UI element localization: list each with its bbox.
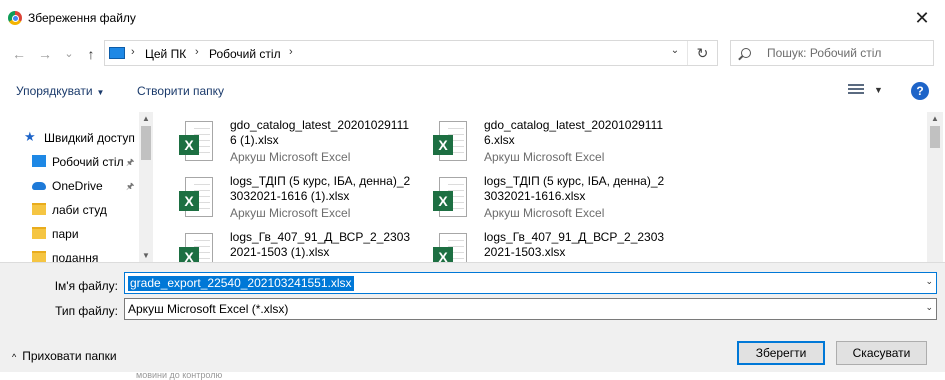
recent-locations-button[interactable]: ⌄ <box>58 44 80 64</box>
breadcrumb-this-pc[interactable]: Цей ПК <box>145 47 186 61</box>
filetype-select[interactable]: Аркуш Microsoft Excel (*.xlsx) ⌄ <box>124 298 937 320</box>
cancel-button[interactable]: Скасувати <box>836 341 927 365</box>
search-box[interactable] <box>730 40 934 66</box>
close-button[interactable]: ✕ <box>899 0 945 36</box>
breadcrumb-separator[interactable]: › <box>195 46 199 58</box>
file-type: Аркуш Microsoft Excel <box>230 206 351 220</box>
excel-file-icon: X <box>179 233 213 262</box>
file-item[interactable]: X logs_ТДІП (5 курс, ІБА, денна)_2303202… <box>418 170 668 226</box>
file-item[interactable]: X gdo_catalog_latest_202010291116 (1).xl… <box>164 114 414 170</box>
filetype-value: Аркуш Microsoft Excel (*.xlsx) <box>128 302 289 316</box>
desktop-icon <box>32 155 46 167</box>
star-icon: ★ <box>24 129 36 144</box>
excel-file-icon: X <box>433 121 467 161</box>
excel-file-icon: X <box>433 233 467 262</box>
sidebar-item-label: OneDrive <box>52 179 103 193</box>
file-name: logs_ТДІП (5 курс, ІБА, денна)_23032021-… <box>484 174 665 203</box>
sidebar-item-label: пари <box>52 227 79 241</box>
chevron-down-icon: ▼ <box>96 88 105 97</box>
sidebar-item-label: Швидкий доступ <box>44 131 135 145</box>
file-type: Аркуш Microsoft Excel <box>484 150 605 164</box>
help-icon[interactable]: ? <box>911 82 929 100</box>
search-icon <box>741 48 751 58</box>
title-bar: Збереження файлу ✕ <box>0 0 945 36</box>
file-type: Аркуш Microsoft Excel <box>484 206 605 220</box>
filename-value[interactable]: grade_export_22540_202103241551.xlsx <box>128 276 354 291</box>
file-item[interactable]: X logs_Гв_407_91_Д_ВСР_2_23032021-1503 (… <box>164 226 414 262</box>
navigation-pane: ★ Швидкий доступ Робочий стіл 🖈 OneDrive… <box>0 112 154 265</box>
breadcrumb-separator[interactable]: › <box>131 46 135 58</box>
search-input[interactable] <box>767 46 927 60</box>
file-name: gdo_catalog_latest_202010291116 (1).xlsx <box>230 118 410 147</box>
excel-file-icon: X <box>179 177 213 217</box>
file-item[interactable]: X logs_ТДІП (5 курс, ІБА, денна)_2303202… <box>164 170 414 226</box>
file-name: logs_ТДІП (5 курс, ІБА, денна)_23032021-… <box>230 174 411 203</box>
hide-folders-label: Приховати папки <box>22 349 117 363</box>
breadcrumb-separator[interactable]: › <box>289 46 293 58</box>
sidebar-item-label: Робочий стіл <box>52 155 124 169</box>
background-text: мовини до контролю <box>136 370 223 380</box>
file-list-scrollbar[interactable]: ▲ <box>927 112 943 262</box>
chevron-down-icon[interactable]: ⌄ <box>925 276 933 287</box>
save-panel: Ім'я файлу: grade_export_22540_202103241… <box>0 262 945 380</box>
view-options-icon[interactable] <box>848 84 864 98</box>
refresh-button[interactable]: ↻ <box>687 41 717 65</box>
cloud-icon <box>32 182 46 190</box>
chevron-up-icon: ^ <box>12 352 17 362</box>
command-bar: Упорядкувати ▼ Створити папку <box>0 78 945 106</box>
pin-icon: 🖈 <box>126 157 135 167</box>
chrome-icon <box>8 11 22 25</box>
up-button[interactable]: ↑ <box>80 44 102 64</box>
window-title: Збереження файлу <box>28 11 136 25</box>
file-item[interactable]: X gdo_catalog_latest_202010291116.xlsx А… <box>418 114 668 170</box>
chevron-down-icon[interactable]: ⌄ <box>925 302 933 313</box>
address-bar[interactable]: › Цей ПК › Робочий стіл › ⌄ ↻ <box>104 40 718 66</box>
address-dropdown-button[interactable]: ⌄ <box>667 45 683 56</box>
file-item[interactable]: X logs_Гв_407_91_Д_ВСР_2_23032021-1503.x… <box>418 226 668 262</box>
filetype-label: Тип файлу: <box>55 304 118 318</box>
file-name: logs_Гв_407_91_Д_ВСР_2_23032021-1503 (1)… <box>230 230 411 259</box>
back-button[interactable]: ← <box>8 44 30 64</box>
forward-button[interactable]: → <box>34 44 56 64</box>
excel-file-icon: X <box>179 121 213 161</box>
organize-label: Упорядкувати <box>16 84 93 98</box>
background-window: мовини до контролю <box>0 370 945 380</box>
file-name: gdo_catalog_latest_202010291116.xlsx <box>484 118 664 147</box>
folder-icon <box>32 203 46 215</box>
filename-field[interactable]: grade_export_22540_202103241551.xlsx ⌄ <box>124 272 937 294</box>
organize-button[interactable]: Упорядкувати ▼ <box>16 84 104 98</box>
pin-icon: 🖈 <box>126 181 135 191</box>
file-name: logs_Гв_407_91_Д_ВСР_2_23032021-1503.xls… <box>484 230 665 259</box>
excel-file-icon: X <box>433 177 467 217</box>
save-button[interactable]: Зберегти <box>737 341 825 365</box>
breadcrumb-desktop[interactable]: Робочий стіл <box>209 47 281 61</box>
new-folder-button[interactable]: Створити папку <box>137 84 224 98</box>
file-type: Аркуш Microsoft Excel <box>230 150 351 164</box>
this-pc-icon <box>109 47 125 59</box>
filename-label: Ім'я файлу: <box>54 279 118 293</box>
view-options-dropdown[interactable]: ▼ <box>874 85 883 95</box>
folder-icon <box>32 227 46 239</box>
navigation-scrollbar[interactable]: ▲ ▼ <box>139 112 153 262</box>
file-list: X gdo_catalog_latest_202010291116 (1).xl… <box>164 112 926 262</box>
sidebar-item-label: лаби студ <box>52 203 107 217</box>
hide-folders-button[interactable]: ^ Приховати папки <box>12 349 117 363</box>
